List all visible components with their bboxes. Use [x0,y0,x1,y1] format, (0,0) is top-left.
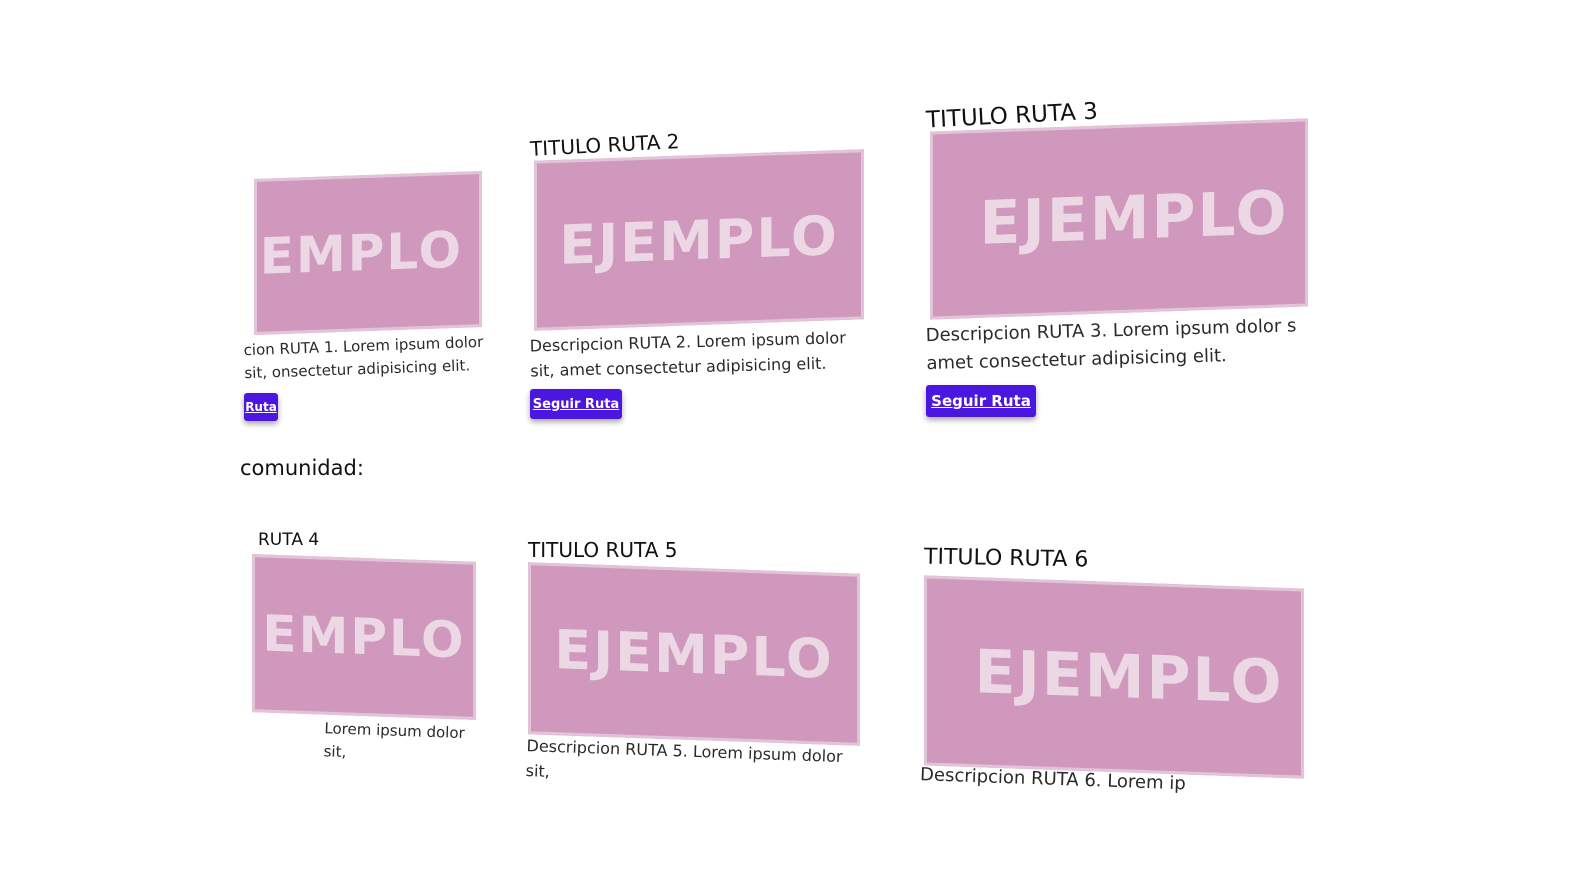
route-card-title: TITULO RUTA 5 [528,538,678,562]
route-card-image[interactable]: EJEMPLO [534,149,864,331]
route-card-image-label: EJEMPLO [254,220,463,288]
section-heading: comunidad: [240,456,364,480]
route-card-button[interactable]: Ruta [244,393,278,421]
route-card-6: TITULO RUTA 6 EJEMPLO Descripcion RUTA 6… [920,544,1310,804]
route-card-2: TITULO RUTA 2 EJEMPLO Descripcion RUTA 2… [529,125,870,425]
route-card-title: RUTA 4 [258,530,320,550]
route-card-description: Descripcion RUTA 3. Lorem ipsum dolor s … [925,315,1297,374]
route-card-3: TITULO RUTA 3 EJEMPLO Descripcion RUTA 3… [925,95,1316,425]
route-card-button[interactable]: Seguir Ruta [926,385,1036,417]
route-card-image[interactable]: EJEMPLO [924,575,1304,778]
route-card-1: EJEMPLO cion RUTA 1. Lorem ipsum dolor s… [243,150,484,430]
route-card-description: Descripcion RUTA 2. Lorem ipsum dolor si… [529,328,847,381]
route-card-image-label: EJEMPLO [979,178,1289,259]
route-card-image-label: EJEMPLO [559,203,839,277]
route-card-description: Descripcion RUTA 5. Lorem ipsum dolor si… [525,736,843,781]
route-card-image-label: EJEMPLO [974,637,1284,718]
route-card-image[interactable]: EMPLO [252,554,476,720]
right-margin [1318,0,1577,888]
route-card-description: cion RUTA 1. Lorem ipsum dolor sit, onse… [243,332,484,383]
route-card-button[interactable]: Seguir Ruta [530,389,622,419]
route-card-image-label: EMPLO [262,604,466,670]
route-card-5: TITULO RUTA 5 EJEMPLO Descripcion RUTA 5… [525,536,866,786]
route-card-title: TITULO RUTA 6 [923,544,1089,573]
left-margin [0,0,240,888]
route-card-4: RUTA 4 EMPLO Lorem ipsum dolor sit, [248,530,478,761]
route-card-image[interactable]: EJEMPLO [254,171,482,335]
route-card-image-label: EJEMPLO [554,617,834,691]
route-card-description: Lorem ipsum dolor sit, [323,719,466,762]
route-gallery: EJEMPLO cion RUTA 1. Lorem ipsum dolor s… [0,0,1577,888]
route-card-image[interactable]: EJEMPLO [930,118,1308,319]
route-card-image[interactable]: EJEMPLO [528,562,860,746]
